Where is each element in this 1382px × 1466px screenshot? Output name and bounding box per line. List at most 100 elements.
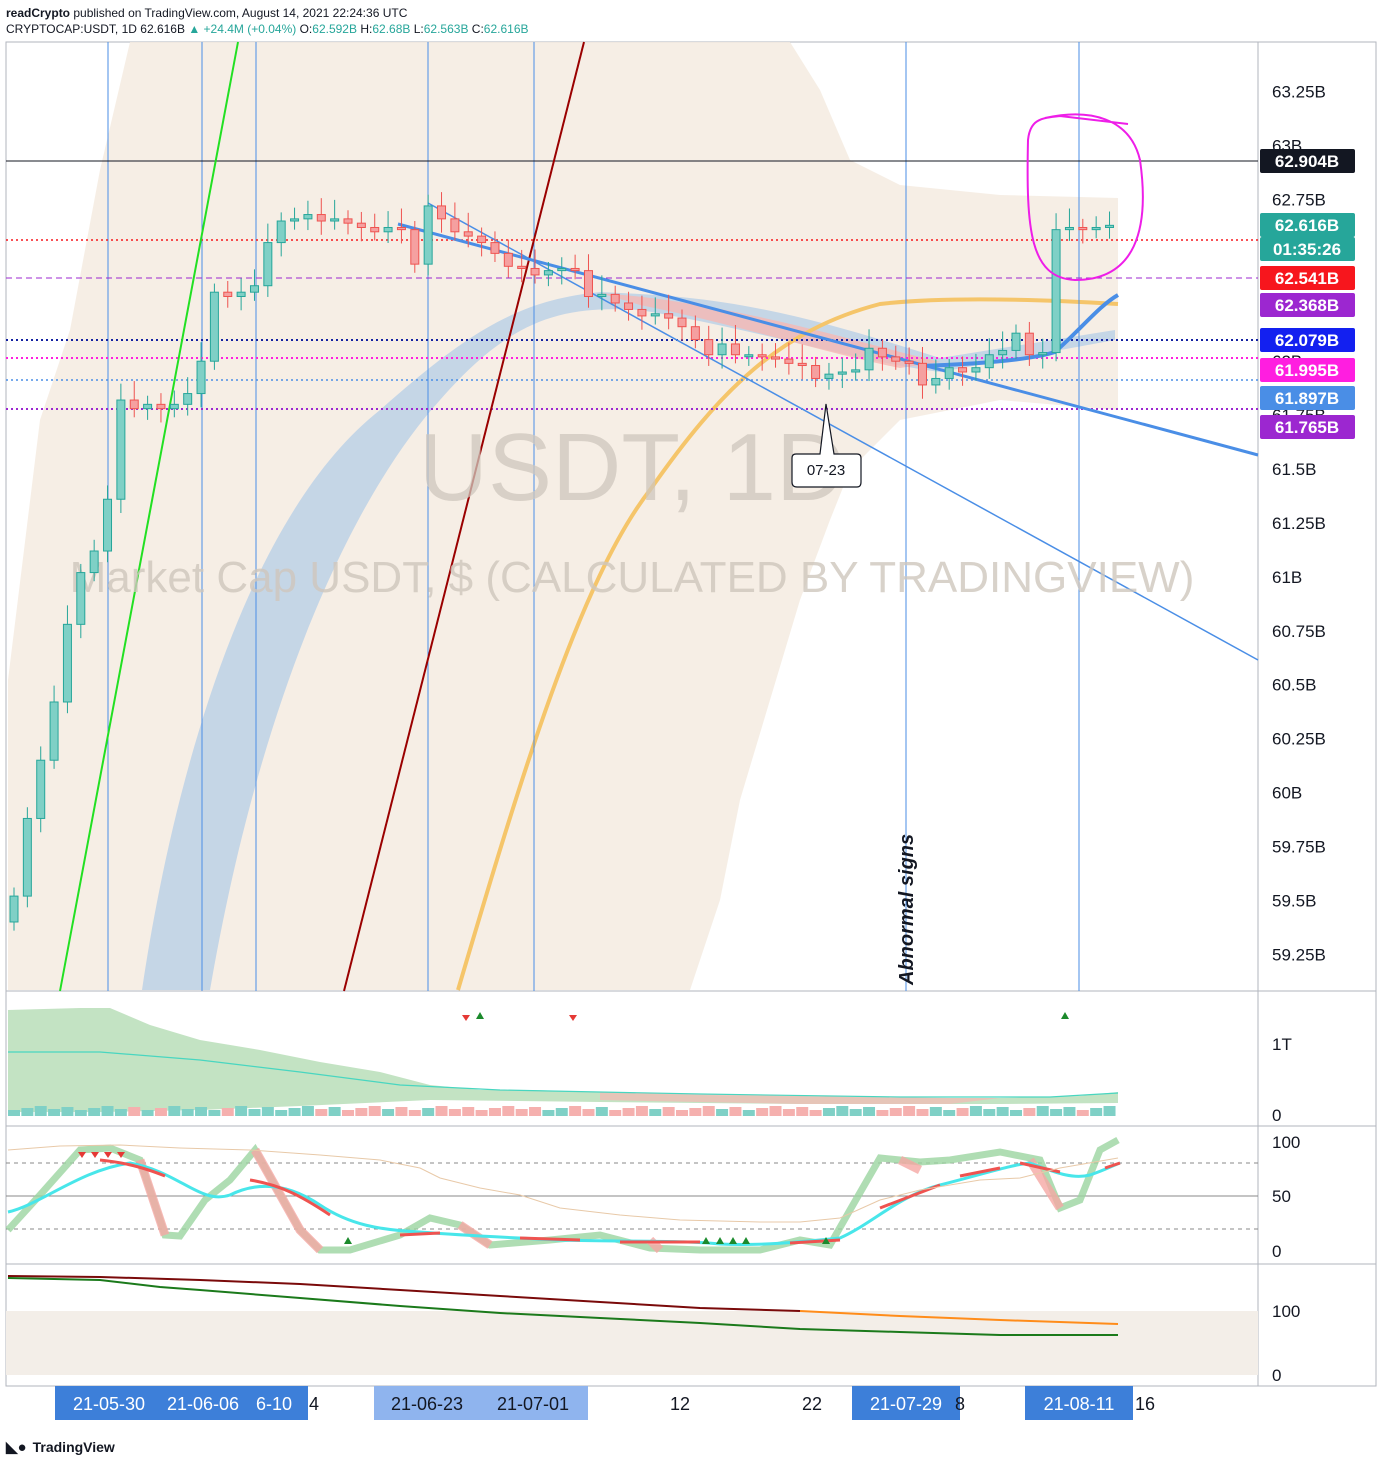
candle-body <box>958 367 968 373</box>
candle-body <box>62 623 72 703</box>
volume-bar <box>702 1106 715 1116</box>
candle-body <box>744 354 754 358</box>
candle-body <box>784 358 794 364</box>
volume-bar <box>649 1109 662 1116</box>
volume-bar <box>876 1110 889 1116</box>
volume-bar <box>88 1108 101 1116</box>
date-label: 21-05-30 <box>73 1394 145 1414</box>
volume-bar <box>863 1107 876 1116</box>
lower-tick-0: 0 <box>1272 1366 1281 1385</box>
date-label: 21-06-23 <box>391 1394 463 1414</box>
volume-bar <box>114 1109 127 1116</box>
candle-body <box>169 403 179 410</box>
candle-body <box>704 339 714 356</box>
volume-bar <box>488 1108 501 1116</box>
volume-bar <box>676 1110 688 1116</box>
candle-body <box>610 293 620 304</box>
candle-body <box>730 343 740 356</box>
tradingview-brand-text: TradingView <box>32 1439 115 1455</box>
candle-body <box>543 270 553 276</box>
volume-bar <box>1090 1108 1103 1116</box>
candle-body <box>183 393 193 405</box>
candle-body <box>143 403 153 410</box>
volume-bar <box>34 1106 47 1116</box>
candle-body <box>597 293 607 298</box>
candle-body <box>49 701 59 761</box>
abnormal-signs-label: Abnormal signs <box>896 834 918 986</box>
price-tick: 59.5B <box>1272 891 1316 910</box>
volume-bar <box>61 1107 74 1116</box>
candle-body <box>931 377 941 386</box>
osc-tick-50: 50 <box>1272 1187 1291 1206</box>
candle-body <box>76 572 86 625</box>
volume-bar <box>956 1108 969 1116</box>
volume-bar <box>689 1108 702 1116</box>
time-axis[interactable]: 21-05-30 21-06-06 6-10 21-06-23 21-07-01 21-0… <box>55 1386 1155 1420</box>
osc-green-band <box>5 1136 1120 1254</box>
candle-body <box>290 218 300 222</box>
volume-bar <box>903 1106 916 1116</box>
tradingview-brand[interactable]: ◣● TradingView <box>6 1438 115 1456</box>
date-label: 21-07-01 <box>497 1394 569 1414</box>
volume-bar <box>395 1107 408 1116</box>
volume-bar <box>1036 1106 1049 1116</box>
candle-body <box>530 267 540 276</box>
volume-bar <box>809 1110 822 1116</box>
vol-tick-0: 0 <box>1272 1106 1281 1125</box>
price-tick: 60.5B <box>1272 676 1316 695</box>
candle-body <box>103 498 113 552</box>
price-tick: 63.25B <box>1272 83 1326 102</box>
date-label: 21-07-29 <box>870 1394 942 1414</box>
chart-canvas[interactable]: USDT, 1D Market Cap USDT, $ (CALCULATED … <box>0 0 1382 1466</box>
candle-body <box>503 252 513 267</box>
volume-bar <box>288 1108 301 1116</box>
volume-bar <box>141 1110 154 1116</box>
volume-bar <box>769 1106 782 1116</box>
volume-bar <box>168 1106 181 1116</box>
volume-bar <box>635 1106 648 1116</box>
volume-bar <box>836 1106 849 1116</box>
candle-body <box>690 326 700 341</box>
volume-bar <box>529 1107 542 1116</box>
volume-bar <box>515 1109 528 1116</box>
volume-bar <box>889 1108 902 1116</box>
candle-body <box>1051 229 1061 354</box>
volume-bar <box>21 1108 34 1116</box>
volume-bar <box>756 1108 769 1116</box>
volume-bar <box>208 1110 221 1116</box>
tradingview-logo-icon: ◣● <box>6 1439 27 1456</box>
volume-bar <box>475 1110 488 1116</box>
candle-body <box>209 291 219 362</box>
volume-bar <box>983 1109 996 1116</box>
volume-bar <box>408 1110 421 1116</box>
x-tick: 12 <box>670 1394 690 1414</box>
volume-bar <box>315 1109 328 1116</box>
candle-body <box>236 291 246 298</box>
candle-body <box>129 399 139 410</box>
volume-bar <box>622 1108 635 1116</box>
candle-body <box>557 267 567 272</box>
volume-bar <box>1103 1106 1116 1116</box>
volume-bar <box>48 1109 61 1116</box>
candle-body <box>891 356 901 362</box>
candle-body <box>570 267 580 272</box>
candle-body <box>196 360 206 395</box>
candle-body <box>36 759 46 819</box>
x-tick: 16 <box>1135 1394 1155 1414</box>
price-label: 61.897B <box>1275 389 1339 408</box>
volume-bar <box>101 1106 114 1116</box>
candle-body <box>717 343 727 356</box>
candle-body <box>396 226 406 231</box>
price-label: 01:35:26 <box>1273 240 1341 259</box>
candle-body <box>9 895 19 923</box>
volume-bar <box>502 1106 515 1116</box>
candle-body <box>156 403 166 410</box>
price-label: 61.765B <box>1275 418 1339 437</box>
candle-body <box>303 214 313 220</box>
volume-bar <box>154 1108 167 1116</box>
volume-bar <box>181 1109 194 1116</box>
candle-body <box>356 222 366 228</box>
volume-bar <box>248 1109 261 1116</box>
candle-body <box>1078 226 1088 231</box>
volume-bar <box>916 1109 929 1116</box>
